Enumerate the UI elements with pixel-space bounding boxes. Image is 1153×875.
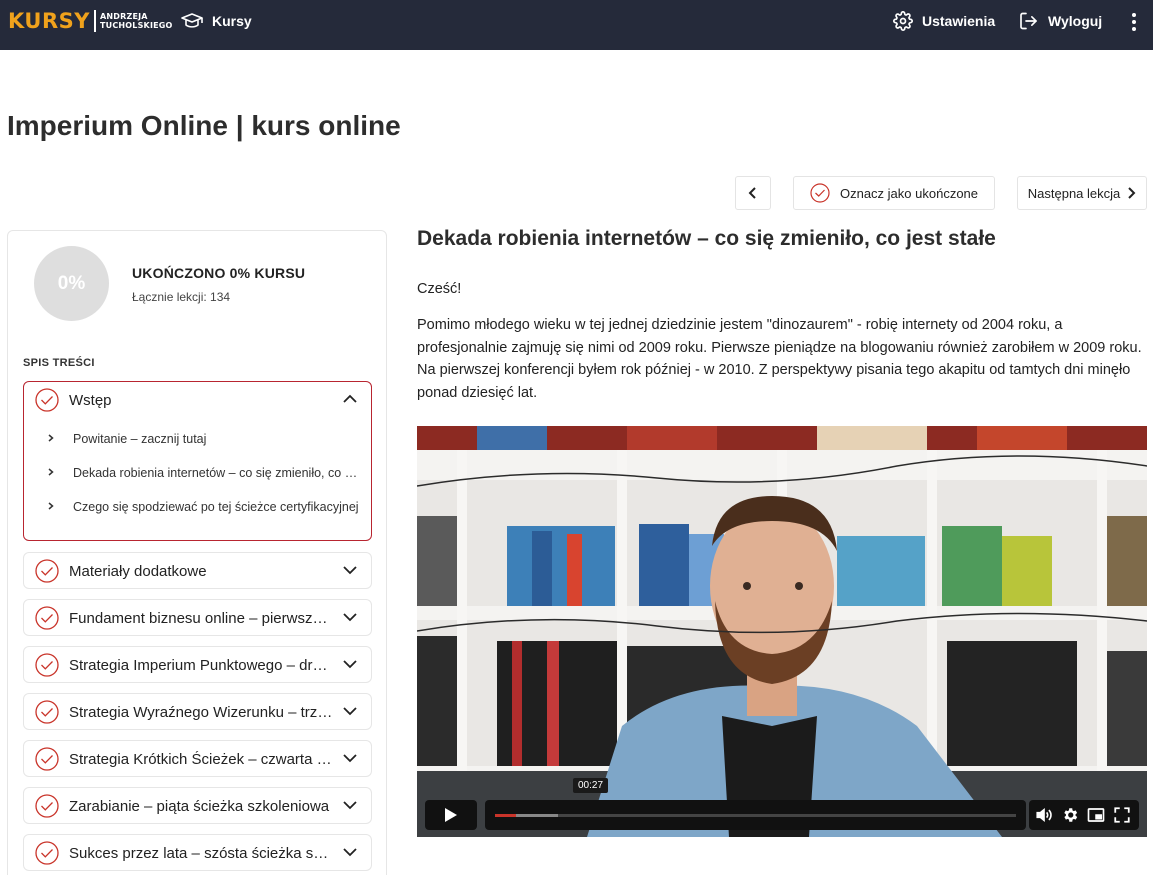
logo-divider [93, 10, 96, 32]
check-circle-icon [810, 183, 830, 203]
toc-section-sukces[interactable]: Sukces przez lata – szósta ścieżka szkol… [23, 834, 372, 871]
chevron-down-icon [343, 754, 357, 763]
time-tooltip: 00:27 [573, 778, 609, 793]
mark-complete-button[interactable]: Oznacz jako ukończone [793, 176, 995, 210]
check-circle-icon [35, 559, 59, 583]
more-menu-icon[interactable] [1124, 11, 1144, 33]
play-icon [445, 808, 457, 822]
progress-percent: 0% [57, 272, 86, 294]
section-header[interactable]: Fundament biznesu online – pierwsza ście… [24, 600, 371, 636]
chevron-down-icon [343, 660, 357, 669]
next-lesson-button[interactable]: Następna lekcja [1017, 176, 1147, 210]
toc-section-wstep[interactable]: Wstęp Powitanie – zacznij tutaj Dekada r… [23, 381, 372, 541]
nav-courses-link[interactable]: Kursy [181, 13, 252, 29]
toc-section-wyrazny-wizerunek[interactable]: Strategia Wyraźnego Wizerunku – trzecia … [23, 693, 372, 730]
check-circle-icon [35, 841, 59, 865]
next-lesson-label: Następna lekcja [1027, 185, 1121, 201]
toc-section-krotkie-sciezki[interactable]: Strategia Krótkich Ścieżek – czwarta ści… [23, 740, 372, 777]
logo-subtitle-line-2: TUCHOLSKIEGO [99, 21, 173, 30]
settings-label: Ustawienia [922, 13, 996, 29]
check-circle-icon [35, 388, 59, 412]
chevron-right-icon [48, 468, 54, 476]
section-header[interactable]: Strategia Wyraźnego Wizerunku – trzecia … [24, 694, 371, 730]
logout-link[interactable]: Wyloguj [1018, 11, 1102, 31]
section-label: Strategia Wyraźnego Wizerunku – trzecia … [69, 704, 334, 721]
chevron-down-icon [343, 566, 357, 575]
section-header[interactable]: Sukces przez lata – szósta ścieżka szkol… [24, 835, 371, 871]
mark-complete-label: Oznacz jako ukończone [839, 185, 979, 201]
section-label: Strategia Imperium Punktowego – druga śc… [69, 657, 334, 674]
section-label: Zarabianie – piąta ścieżka szkoleniowa [69, 798, 330, 815]
played-bar [495, 814, 516, 817]
lesson-title: Dekada robienia internetów – co się zmie… [417, 227, 996, 250]
lesson-item[interactable]: Powitanie – zacznij tutaj [24, 422, 371, 456]
video-controls: 00:27 [417, 778, 1147, 837]
gear-icon [893, 11, 913, 31]
chevron-down-icon [343, 801, 357, 810]
settings-link[interactable]: Ustawienia [893, 11, 995, 31]
logout-label: Wyloguj [1048, 13, 1103, 29]
lesson-item[interactable]: Czego się spodziewać po tej ścieżce cert… [24, 490, 371, 524]
play-button[interactable] [425, 800, 477, 830]
previous-lesson-button[interactable] [735, 176, 771, 210]
chevron-down-icon [343, 707, 357, 716]
logo-subtitle-line-1: ANDRZEJA [99, 12, 148, 21]
chevron-left-icon [748, 187, 756, 199]
progress-bar[interactable] [495, 814, 1016, 817]
chevron-right-icon [48, 502, 54, 510]
lesson-paragraph: Pomimo młodego wieku w tej jednej dziedz… [417, 317, 1142, 401]
video-frame [417, 426, 1147, 837]
top-navigation-bar: KURSY ANDRZEJA TUCHOLSKIEGO Kursy Ustawi… [0, 0, 1153, 50]
progress-circle: 0% [34, 246, 109, 321]
section-header[interactable]: Strategia Krótkich Ścieżek – czwarta ści… [24, 741, 371, 777]
chevron-down-icon [343, 613, 357, 622]
section-label: Wstęp [69, 392, 112, 409]
section-label: Materiały dodatkowe [69, 563, 207, 580]
toc-section-fundament[interactable]: Fundament biznesu online – pierwsza ście… [23, 599, 372, 636]
progress-title: UKOŃCZONO 0% KURSU [132, 265, 306, 281]
section-label: Fundament biznesu online – pierwsza ście… [69, 610, 334, 627]
video-player[interactable]: 00:27 [417, 426, 1147, 837]
toc-header: SPIS TREŚCI [23, 357, 95, 369]
toc-section-imperium-punktowe[interactable]: Strategia Imperium Punktowego – druga śc… [23, 646, 372, 683]
section-header[interactable]: Wstęp [24, 382, 371, 418]
toc-section-materialy[interactable]: Materiały dodatkowe [23, 552, 372, 589]
section-header[interactable]: Strategia Imperium Punktowego – druga śc… [24, 647, 371, 683]
lesson-label: Czego się spodziewać po tej ścieżce cert… [73, 500, 359, 514]
player-icon-group [1029, 800, 1139, 830]
check-circle-icon [35, 700, 59, 724]
lesson-item[interactable]: Dekada robienia internetów – co się zmie… [24, 456, 371, 490]
logo-text: KURSY [8, 9, 90, 33]
check-circle-icon [35, 653, 59, 677]
section-header[interactable]: Materiały dodatkowe [24, 553, 371, 589]
check-circle-icon [35, 794, 59, 818]
logout-icon [1020, 12, 1037, 30]
check-circle-icon [35, 606, 59, 630]
total-lessons: Łącznie lekcji: 134 [132, 290, 231, 304]
volume-icon[interactable] [1035, 806, 1053, 824]
nav-courses-label: Kursy [212, 13, 252, 29]
progress-track-container: 00:27 [485, 778, 1026, 830]
page-title: Imperium Online | kurs online [7, 110, 401, 141]
fullscreen-icon[interactable] [1113, 806, 1131, 824]
gear-icon[interactable] [1061, 806, 1079, 824]
chevron-up-icon [343, 394, 357, 403]
lesson-label: Powitanie – zacznij tutaj [73, 432, 207, 446]
lesson-label: Dekada robienia internetów – co się zmie… [73, 466, 359, 480]
picture-in-picture-icon[interactable] [1087, 806, 1105, 824]
lesson-greeting: Cześć! [417, 281, 462, 297]
course-sidebar: 0% UKOŃCZONO 0% KURSU Łącznie lekcji: 13… [7, 230, 387, 875]
graduation-cap-icon [181, 13, 203, 28]
chevron-right-icon [48, 434, 54, 442]
section-label: Strategia Krótkich Ścieżek – czwarta ści… [69, 751, 334, 768]
chevron-right-icon [1128, 187, 1136, 199]
site-logo[interactable]: KURSY ANDRZEJA TUCHOLSKIEGO [8, 9, 173, 33]
section-label: Sukces przez lata – szósta ścieżka szkol… [69, 845, 334, 862]
check-circle-icon [35, 747, 59, 771]
toc-section-zarabianie[interactable]: Zarabianie – piąta ścieżka szkoleniowa [23, 787, 372, 824]
section-header[interactable]: Zarabianie – piąta ścieżka szkoleniowa [24, 788, 371, 824]
chevron-down-icon [343, 848, 357, 857]
logo-subtitle: ANDRZEJA TUCHOLSKIEGO [100, 12, 173, 30]
